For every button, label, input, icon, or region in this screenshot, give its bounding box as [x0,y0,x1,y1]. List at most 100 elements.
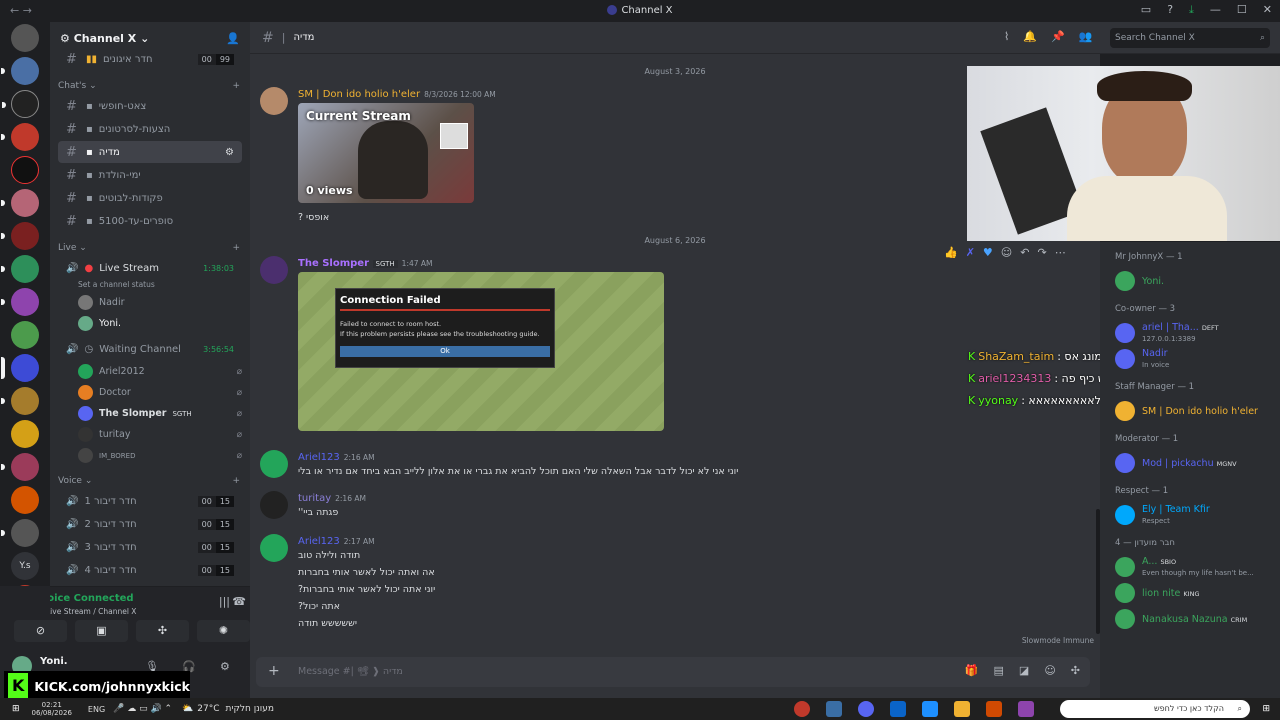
add-channel-icon[interactable]: + [232,243,240,253]
close-button[interactable]: ✕ [1263,3,1272,17]
voice-user[interactable]: Doctor ⌀ [50,382,242,403]
server-icon[interactable] [2,90,39,118]
server-icon[interactable] [1,222,39,250]
server-icon[interactable] [11,321,39,349]
taskbar-search[interactable]: הקלד כאן כדי לחפש ⌕ [1060,700,1250,718]
minimize-button[interactable]: — [1210,3,1221,17]
language[interactable]: ENG [88,705,105,714]
settings-gear-icon[interactable]: ⚙ [220,660,230,673]
server-icon[interactable] [11,24,39,52]
server-icon[interactable] [11,486,39,514]
author-name[interactable]: SM | Don ido holio h'eler [298,89,420,100]
reaction-icon[interactable]: ✗ [966,246,975,259]
emoji-icon[interactable]: ☺ [1044,664,1055,677]
voice-channel[interactable]: 🔊 חדר דיבור 1 00 15 [58,490,242,512]
bell-icon[interactable]: 🔔 [1023,30,1037,43]
server-icon-selected[interactable] [1,354,39,382]
clock[interactable]: 02:21 06/08/2026 [32,701,72,717]
member-item[interactable]: ariel | Tha... DEFT 127.0.0.1:3389 [1100,320,1280,346]
voice-location[interactable]: Live Stream / Channel X [46,607,136,616]
avatar[interactable] [260,87,288,115]
author-name[interactable]: The Slomper [298,258,369,269]
voice-channel[interactable]: 🔊 חדר דיבור 2 00 15 [58,513,242,535]
avatar[interactable] [260,491,288,519]
voice-channel[interactable]: 🔊 חדר דיבור 3 00 15 [58,536,242,558]
store-icon[interactable] [921,701,938,717]
help-icon[interactable]: ? [1167,3,1173,17]
add-attachment-icon[interactable]: + [268,663,280,679]
voice-user[interactable]: Ariel2012 ⌀ [50,361,242,382]
server-icon[interactable] [1,57,39,85]
member-item[interactable]: Nanakusa Nazuna CRIM [1100,606,1280,632]
folder-icon[interactable] [953,701,970,717]
voice-channel-waiting[interactable]: 🔊 ◷ Waiting Channel 3:56:54 [58,338,242,360]
author-name[interactable]: Ariel123 [298,536,340,547]
app-icon[interactable] [793,701,810,717]
add-reaction-icon[interactable]: ☺ [1001,246,1012,259]
voice-user[interactable]: The Slomper SGTH ⌀ [50,403,242,424]
voice-user[interactable]: Yoni. [50,313,242,334]
channel-status[interactable]: Set a channel status [50,280,250,292]
gif-icon[interactable]: ▤ [994,664,1004,677]
server-icon[interactable] [1,123,39,151]
server-icon[interactable] [11,420,39,448]
screen-share-button[interactable]: ▣ [75,620,128,642]
thumbs-up-icon[interactable]: 👍 [944,246,958,259]
apps-icon[interactable]: ✣ [1071,664,1080,677]
member-item[interactable]: Mod | pickachu MGNV [1100,450,1280,476]
member-item[interactable]: SM | Don ido holio h'eler [1100,398,1280,424]
add-member-icon[interactable]: 👤 [226,32,240,45]
text-channel[interactable]: # ▪ מדיה ⚙ [58,141,242,163]
windows-icon[interactable]: ⊞ [12,704,20,714]
app-icon[interactable] [825,701,842,717]
member-item[interactable]: Ely | Team Kfir Respect [1100,502,1280,528]
activity-button[interactable]: ✣ [136,620,189,642]
category-voice[interactable]: Voice ⌄ + [50,466,250,490]
outlook-icon[interactable] [889,701,906,717]
discord-avatar[interactable] [260,450,288,478]
members-icon[interactable]: 👥 [1079,30,1093,43]
text-channel[interactable]: # ▪ פקודות-לבוטים [58,187,242,209]
server-icon[interactable] [1,189,39,217]
member-item[interactable]: lion nite KING [1100,580,1280,606]
tray-icons[interactable]: 🎤 ☁ ▭ 🔊 ⌃ [113,704,172,714]
discord-avatar[interactable] [260,534,288,562]
server-icon[interactable] [11,156,39,184]
stream-embed[interactable]: Current Stream 0 views [298,103,474,203]
message-input[interactable]: + Message #| 📽 ❱ מדיה 🎁 ▤ ◪ ☺ ✣ [256,657,1090,687]
office-icon[interactable] [985,701,1002,717]
search-input[interactable]: Search Channel X ⌕ [1110,28,1270,48]
heart-icon[interactable]: ♥ [983,246,993,259]
noise-icon[interactable]: ||| [219,595,230,608]
voice-user[interactable]: turitay ⌀ [50,424,242,445]
inbox-icon[interactable]: ▭ [1141,3,1151,17]
server-icon[interactable] [1,387,39,415]
member-item[interactable]: Yoni. [1100,268,1280,294]
voice-channel-live-stream[interactable]: 🔊 ● Live Stream 1:38:03 [58,257,242,279]
reply-icon[interactable]: ↶ [1020,246,1029,259]
discord-app-icon[interactable] [857,701,874,717]
member-item[interactable]: A... SBIO Even though my life hasn't be..… [1100,554,1280,580]
server-icon[interactable] [1,519,39,547]
add-channel-icon[interactable]: + [232,81,240,91]
download-icon[interactable]: ⤓ [1189,3,1194,17]
disconnect-icon[interactable]: ☎ [232,595,246,608]
voice-channel[interactable]: 🔊 חדר דיבור 4 00 15 [58,559,242,581]
text-channel[interactable]: # ▪ צאט-חופשי [58,95,242,117]
server-icon[interactable] [1,453,39,481]
gift-icon[interactable]: 🎁 [965,664,979,677]
add-channel-icon[interactable]: + [232,476,240,486]
text-channel[interactable]: # ▪ סופרים-עד-5100 [58,210,242,232]
category-chats[interactable]: Chat's ⌄ + [50,71,250,95]
maximize-button[interactable]: ☐ [1237,3,1247,17]
pin-icon[interactable]: 📌 [1051,30,1065,43]
start-icon[interactable]: ⊞ [1262,704,1270,714]
more-icon[interactable]: ⋯ [1055,246,1066,259]
category-live[interactable]: Live ⌄ + [50,233,250,257]
temperature[interactable]: 27°C [197,704,219,714]
forward-icon[interactable]: ↷ [1037,246,1046,259]
text-channel[interactable]: # ▪ הצעות-לסרטונים [58,118,242,140]
server-icon[interactable] [1,255,39,283]
author-name[interactable]: turitay [298,493,331,504]
sticker-icon[interactable]: ◪ [1019,664,1029,677]
